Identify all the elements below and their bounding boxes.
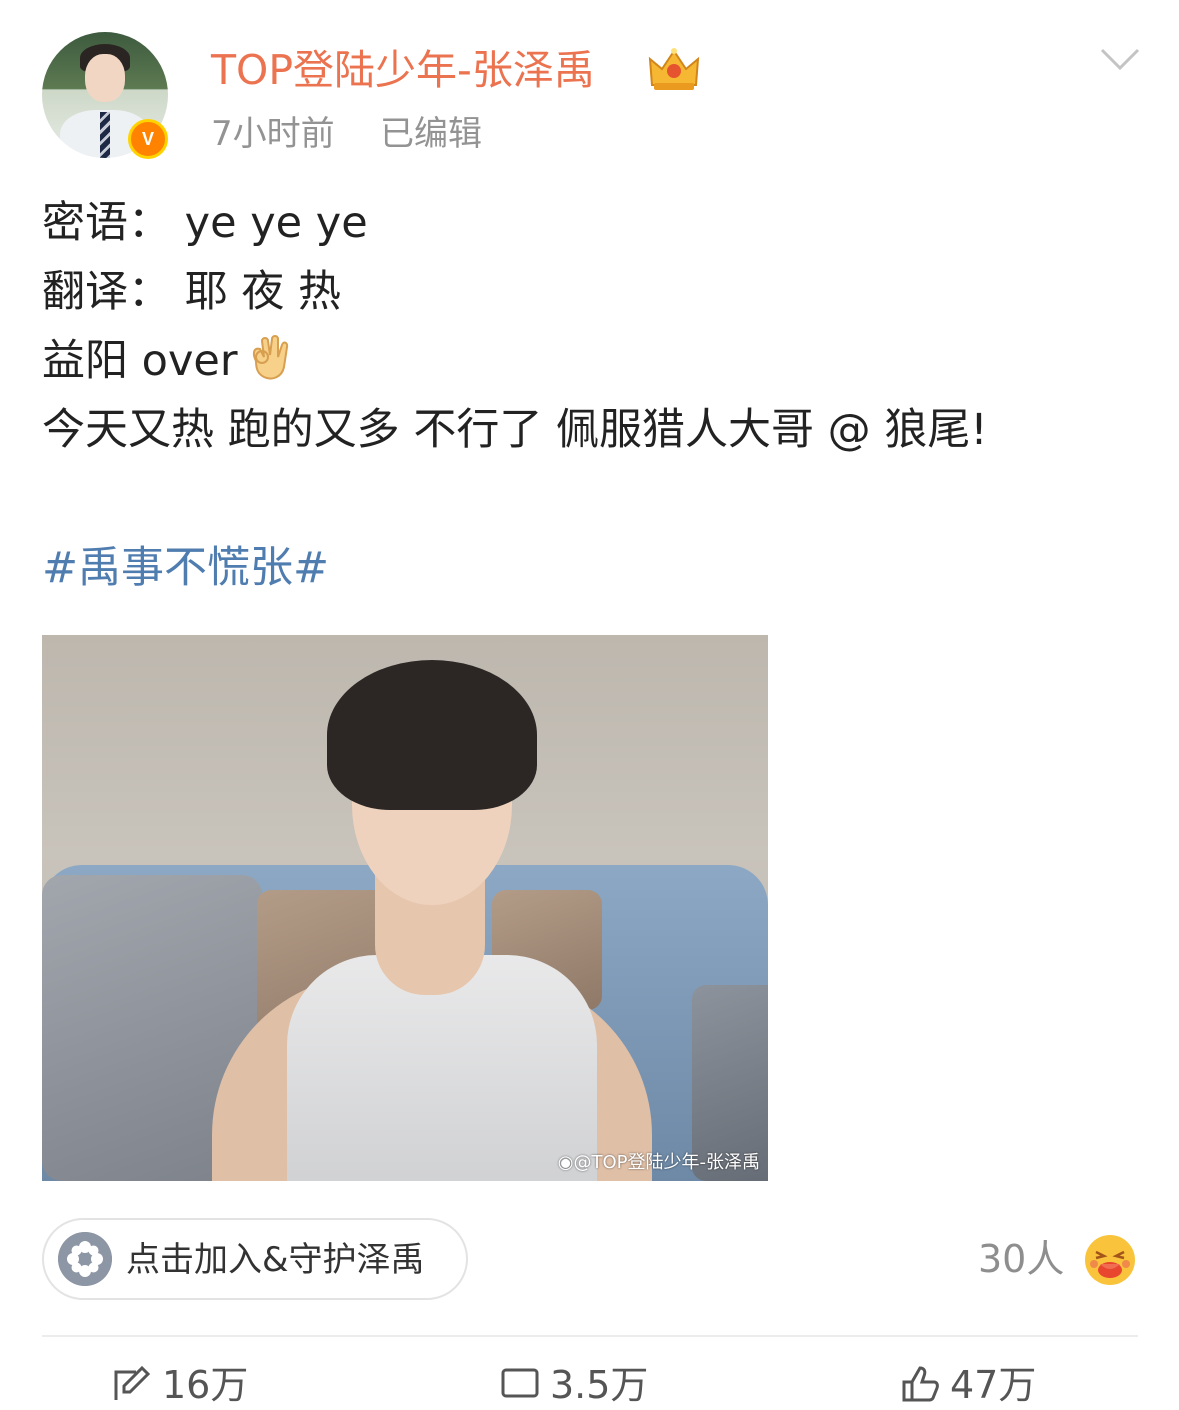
avatar-face xyxy=(85,54,125,102)
post-text-line: 益阳 over xyxy=(42,331,294,391)
divider xyxy=(42,1335,1138,1337)
photo-hair xyxy=(327,660,537,810)
like-icon xyxy=(902,1366,939,1402)
like-button[interactable]: 47万 xyxy=(900,1360,1036,1410)
avatar-tie xyxy=(100,112,110,158)
join-fan-club-button[interactable]: 点击加入&守护泽禹 xyxy=(42,1218,468,1300)
comment-count: 3.5万 xyxy=(550,1363,649,1407)
repost-icon xyxy=(114,1365,151,1400)
like-count: 47万 xyxy=(950,1363,1037,1407)
comment-button[interactable]: 3.5万 xyxy=(500,1360,648,1410)
fan-count: 30人 xyxy=(978,1237,1065,1281)
post-text-segment: 益阳 over xyxy=(42,336,238,386)
verified-badge: V xyxy=(128,119,168,159)
post-text-line: 今天又热 跑的又多 不行了 佩服猎人大哥 @ 狼尾! xyxy=(42,405,988,455)
ok-hand-icon xyxy=(252,335,288,380)
comment-icon xyxy=(501,1368,539,1398)
author-name[interactable]: TOP登陆少年-张泽禹 xyxy=(211,44,595,96)
crown-icon[interactable] xyxy=(646,45,702,93)
flower-icon xyxy=(58,1232,112,1286)
repost-count: 16万 xyxy=(162,1363,249,1407)
weibo-logo-icon: ◉ xyxy=(557,1152,574,1173)
watermark-text: @TOP登陆少年-张泽禹 xyxy=(573,1152,760,1173)
post-text-line: 翻译： 耶 夜 热 xyxy=(42,267,342,317)
join-label: 点击加入&守护泽禹 xyxy=(126,1240,425,1280)
image-watermark: ◉@TOP登陆少年-张泽禹 xyxy=(558,1151,760,1175)
post-text-line: 密语： ye ye ye xyxy=(42,198,368,248)
chevron-down-icon[interactable] xyxy=(1100,46,1140,74)
edited-label[interactable]: 已编辑 xyxy=(380,112,482,156)
post-time: 7小时前 xyxy=(211,114,335,154)
repost-button[interactable]: 16万 xyxy=(112,1360,248,1410)
topic-link[interactable]: #禹事不慌张# xyxy=(42,538,329,598)
post-image[interactable]: ◉@TOP登陆少年-张泽禹 xyxy=(42,635,768,1181)
hot-face-emoji-icon[interactable] xyxy=(1084,1234,1136,1286)
